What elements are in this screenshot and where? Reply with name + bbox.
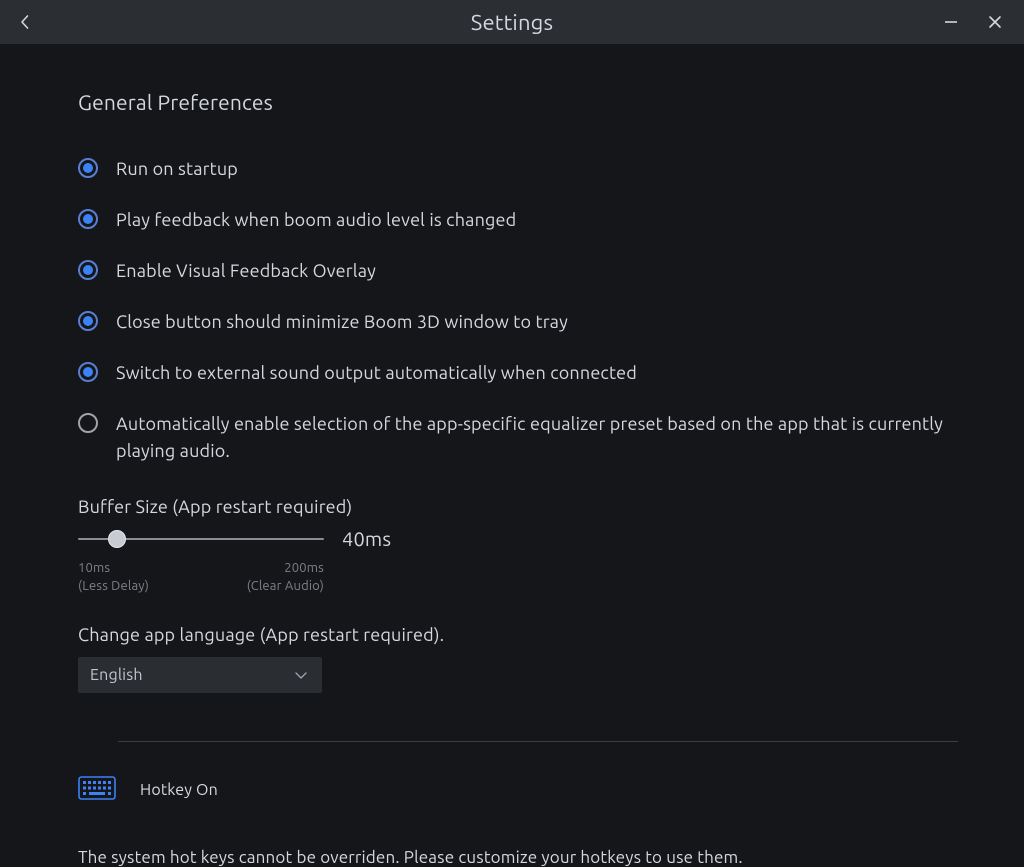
buffer-slider-row: 40ms [78,527,998,550]
settings-content: General Preferences Run on startup Play … [0,44,1024,867]
minimize-icon [943,14,959,30]
window-title: Settings [0,10,1024,35]
option-feedback-on-level-change: Play feedback when boom audio level is c… [78,207,998,234]
option-minimize-to-tray: Close button should minimize Boom 3D win… [78,309,998,336]
language-selected-value: English [90,666,143,684]
radio-auto-eq-preset[interactable] [78,413,98,433]
buffer-size-label: Buffer Size (App restart required) [78,497,998,517]
option-auto-eq-preset: Automatically enable selection of the ap… [78,411,998,465]
language-label: Change app language (App restart require… [78,625,998,645]
chevron-left-icon [19,14,31,30]
section-title: General Preferences [78,90,998,114]
buffer-slider-legend: 10ms (Less Delay) 200ms (Clear Audio) [78,560,324,595]
language-select[interactable]: English [78,657,322,693]
radio-minimize-to-tray[interactable] [78,311,98,331]
option-label: Automatically enable selection of the ap… [116,411,998,465]
back-button[interactable] [10,7,40,37]
radio-auto-external-output[interactable] [78,362,98,382]
option-label: Run on startup [116,156,998,183]
keyboard-icon [78,776,116,804]
buffer-slider[interactable] [78,529,324,549]
general-options: Run on startup Play feedback when boom a… [78,156,998,465]
buffer-legend-min: 10ms (Less Delay) [78,560,149,595]
radio-visual-feedback-overlay[interactable] [78,260,98,280]
section-divider [118,741,958,742]
buffer-value: 40ms [342,527,391,550]
option-run-on-startup: Run on startup [78,156,998,183]
hotkey-row: Hotkey On [78,776,998,804]
radio-run-on-startup[interactable] [78,158,98,178]
option-label: Play feedback when boom audio level is c… [116,207,998,234]
buffer-legend-max: 200ms (Clear Audio) [247,560,324,595]
close-icon [987,14,1003,30]
close-button[interactable] [984,11,1006,33]
option-auto-external-output: Switch to external sound output automati… [78,360,998,387]
radio-feedback-on-level-change[interactable] [78,209,98,229]
slider-thumb[interactable] [108,530,126,548]
minimize-button[interactable] [940,11,962,33]
option-visual-feedback-overlay: Enable Visual Feedback Overlay [78,258,998,285]
window-controls [940,11,1014,33]
option-label: Close button should minimize Boom 3D win… [116,309,998,336]
titlebar: Settings [0,0,1024,44]
option-label: Switch to external sound output automati… [116,360,998,387]
hotkey-note: The system hot keys cannot be overriden.… [78,848,998,867]
option-label: Enable Visual Feedback Overlay [116,258,998,285]
hotkey-status: Hotkey On [140,781,218,799]
chevron-down-icon [294,668,308,682]
